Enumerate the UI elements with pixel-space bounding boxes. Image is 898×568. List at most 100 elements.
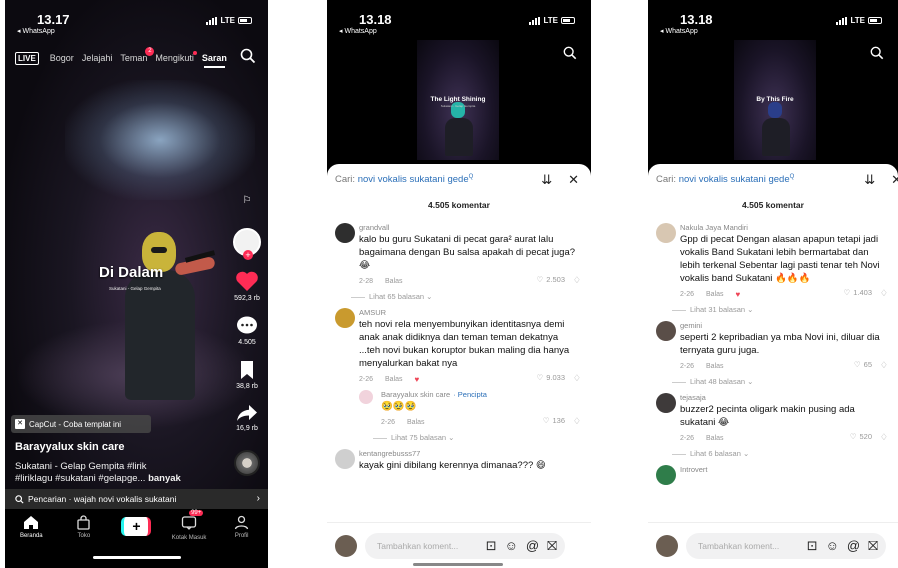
like-button[interactable]: ♡ 136 (543, 416, 565, 425)
avatar[interactable] (335, 449, 355, 469)
reply-button[interactable]: Balas (706, 435, 724, 442)
view-replies-link[interactable]: Lihat 31 balasan ⌄ (672, 305, 888, 314)
search-icon[interactable] (240, 48, 256, 69)
dislike-icon[interactable]: ♢ (573, 275, 581, 286)
video-author[interactable]: Barayyalux skin care (15, 441, 124, 453)
tab-saran[interactable]: Saran (202, 53, 227, 68)
comment-meta: 2-26 Balas ♡ 520 ♢ (680, 432, 888, 444)
back-to-whatsapp[interactable]: ◂ WhatsApp (660, 27, 698, 35)
related-search-bar[interactable]: Pencarian · wajah novi vokalis sukatani … (5, 489, 268, 509)
comment-list: grandvall kalo bu guru Sukatani di pecat… (327, 222, 591, 476)
view-replies-link[interactable]: Lihat 75 balasan ⌄ (373, 433, 581, 442)
comment-search-query[interactable]: Cari: novi vokalis sukatani gedeQ (656, 174, 794, 185)
dislike-icon[interactable]: ♢ (880, 432, 888, 443)
tab-teman[interactable]: Teman 2 (120, 47, 155, 63)
view-replies-link[interactable]: Lihat 6 balasan ⌄ (672, 449, 888, 458)
nav-home[interactable]: Beranda (11, 515, 51, 568)
search-query-link[interactable]: novi vokalis sukatani gede (679, 174, 790, 185)
reply-button[interactable]: Balas (706, 363, 724, 370)
flag-icon[interactable]: ⚐ (243, 195, 252, 206)
like-button[interactable]: ♡ 65 (854, 360, 872, 369)
gift-icon[interactable]: ⛝ (868, 538, 878, 554)
like-button[interactable]: ♡ 1.403 (843, 288, 872, 297)
reply-button[interactable]: Balas (385, 278, 403, 285)
caption-more-link[interactable]: banyak (148, 473, 181, 484)
nav-shop[interactable]: Toko (64, 515, 104, 568)
creator-liked-icon: ♥ (735, 289, 741, 299)
image-icon[interactable]: ⊡ (807, 538, 818, 554)
like-count: 9.033 (546, 373, 565, 382)
back-to-whatsapp[interactable]: ◂ WhatsApp (339, 27, 377, 35)
mention-icon[interactable]: @ (526, 538, 539, 554)
comment-username[interactable]: kentangrebusss77 (359, 448, 581, 459)
reply-button[interactable]: Balas (385, 376, 403, 383)
creator-badge: · Pencipta (453, 390, 487, 399)
like-button[interactable]: ♡ 9.033 (536, 373, 565, 382)
comments-sheet: Cari: novi vokalis sukatani gedeQ ⇊ ✕ 4.… (327, 164, 591, 568)
gift-icon[interactable]: ⛝ (547, 538, 557, 554)
comment-input[interactable]: Tambahkan koment... ⊡ ☺ @ ⛝ (686, 532, 886, 559)
nav-profile[interactable]: Profil (222, 515, 262, 568)
capcut-template-link[interactable]: ✕ CapCut - Coba templat ini (11, 415, 151, 433)
avatar[interactable] (656, 223, 676, 243)
view-replies-link[interactable]: Lihat 65 balasan ⌄ (351, 292, 581, 301)
dislike-icon[interactable]: ♢ (880, 360, 888, 371)
avatar[interactable] (656, 393, 676, 413)
share-button[interactable]: 16,9 rb (236, 404, 258, 432)
live-button[interactable]: LIVE (15, 51, 39, 65)
comment-search-query[interactable]: Cari: novi vokalis sukatani gedeQ (335, 174, 473, 185)
new-dot (192, 51, 197, 55)
emoji-icon[interactable]: ☺ (505, 538, 518, 554)
dislike-icon[interactable]: ♢ (573, 373, 581, 384)
follow-plus-icon[interactable]: + (243, 250, 253, 260)
avatar[interactable] (359, 390, 373, 404)
avatar[interactable] (335, 308, 355, 328)
tab-jelajahi[interactable]: Jelajahi (82, 53, 113, 63)
image-icon[interactable]: ⊡ (486, 538, 497, 554)
creator-avatar[interactable]: + (233, 228, 261, 260)
search-query-link[interactable]: novi vokalis sukatani gede (358, 174, 469, 185)
like-button[interactable]: ♡ 2.503 (536, 275, 565, 284)
video-thumbnail: By This Fire (734, 40, 816, 160)
mention-icon[interactable]: @ (847, 538, 860, 554)
sort-icon[interactable]: ⇊ (864, 172, 875, 188)
close-icon[interactable]: ✕ (568, 172, 579, 188)
search-icon[interactable] (870, 46, 884, 65)
like-button[interactable]: ♡ 520 (850, 432, 872, 441)
tab-mengikuti[interactable]: Mengikuti (155, 51, 197, 63)
save-button[interactable]: 38,8 rb (236, 360, 258, 390)
comment-username[interactable]: AMSUR (359, 307, 581, 318)
back-to-whatsapp[interactable]: ◂ WhatsApp (17, 27, 55, 35)
nav-inbox[interactable]: 99+ Kotak Masuk (169, 510, 209, 568)
avatar[interactable] (335, 223, 355, 243)
reply-username[interactable]: Barayyalux skin care (381, 390, 450, 399)
like-button[interactable]: 592,3 rb (234, 270, 260, 302)
tab-bogor[interactable]: Bogor (50, 53, 74, 63)
avatar[interactable] (656, 465, 676, 485)
sort-icon[interactable]: ⇊ (541, 172, 552, 188)
comments-screen-1: The Light Shining Sukatani - Gelap Gempi… (327, 0, 591, 568)
heart-outline-icon: ♡ (853, 360, 861, 369)
emoji-icon[interactable]: ☺ (826, 538, 839, 554)
comment-username[interactable]: Introvert (680, 464, 888, 475)
comment-button[interactable]: 4.505 (236, 316, 258, 346)
search-icon[interactable] (563, 46, 577, 65)
related-search-text: Pencarian · wajah novi vokalis sukatani (28, 494, 177, 504)
close-icon[interactable]: ✕ (891, 172, 898, 188)
comment-username[interactable]: grandvall (359, 222, 581, 233)
view-replies-link[interactable]: Lihat 48 balasan ⌄ (672, 377, 888, 386)
comment-username[interactable]: gemini (680, 320, 888, 331)
dislike-icon[interactable]: ♢ (880, 288, 888, 299)
reply-button[interactable]: Balas (407, 419, 425, 426)
top-navigation: LIVE Bogor Jelajahi Teman 2 Mengikuti Sar… (5, 46, 268, 70)
create-video-button[interactable]: + (116, 515, 156, 568)
music-disc-icon[interactable] (234, 450, 260, 476)
comment-input[interactable]: Tambahkan koment... ⊡ ☺ @ ⛝ (365, 532, 565, 559)
comment-username[interactable]: Nakula Jaya Mandiri (680, 222, 888, 233)
video-caption[interactable]: Sukatani - Gelap Gempita #lirik #lirikla… (15, 461, 235, 485)
comment-username[interactable]: tejasaja (680, 392, 888, 403)
dislike-icon[interactable]: ♢ (573, 416, 581, 427)
reply-button[interactable]: Balas (706, 291, 724, 298)
status-indicators: LTE (836, 16, 882, 25)
avatar[interactable] (656, 321, 676, 341)
